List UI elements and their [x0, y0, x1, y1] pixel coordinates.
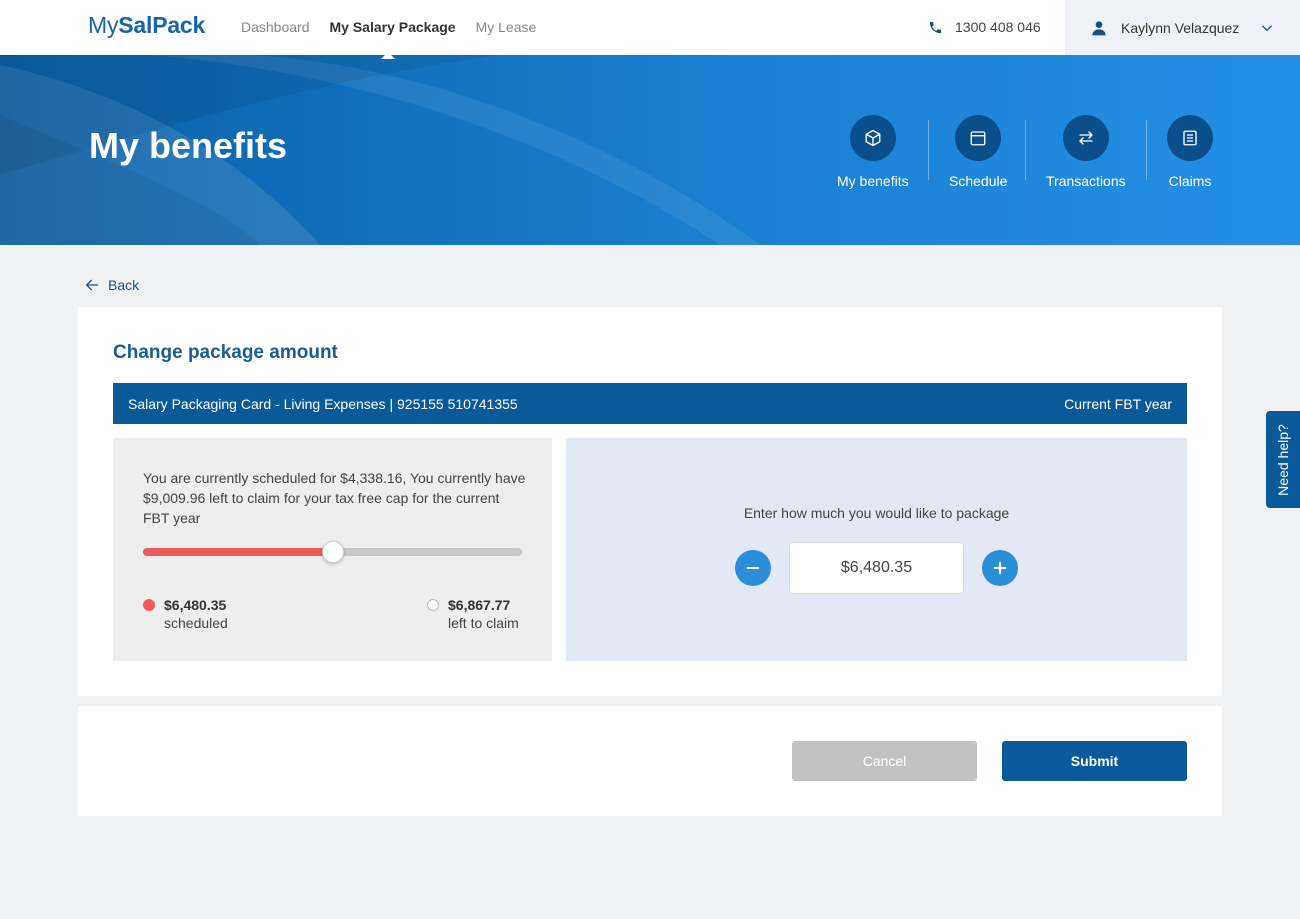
arrow-left-icon	[86, 279, 98, 291]
slider-handle[interactable]	[321, 541, 344, 563]
nav-link-my-salary-package[interactable]: My Salary Package	[330, 19, 456, 35]
phone-number: 1300 408 046	[955, 19, 1041, 35]
main-nav: Dashboard My Salary Package My Lease	[241, 19, 536, 35]
increase-button[interactable]	[982, 550, 1018, 586]
nav-link-my-lease[interactable]: My Lease	[476, 19, 537, 35]
quick-link-schedule[interactable]: Schedule	[949, 115, 1007, 189]
quick-link-label: Schedule	[949, 173, 1008, 189]
change-package-card: Change package amount Salary Packaging C…	[78, 307, 1222, 696]
user-name: Kaylynn Velazquez	[1121, 19, 1240, 36]
back-link[interactable]: Back	[84, 277, 139, 293]
amount-slider[interactable]	[143, 541, 522, 563]
account-name: Salary Packaging Card - Living Expenses …	[128, 395, 518, 412]
active-nav-indicator	[381, 52, 395, 59]
back-label: Back	[108, 277, 140, 293]
decrease-button[interactable]	[735, 550, 771, 586]
legend-left-to-claim: $6,867.77 left to claim	[427, 596, 519, 632]
left-to-claim-value: $6,867.77	[448, 597, 511, 613]
slider-fill	[143, 548, 333, 556]
box-icon	[865, 129, 881, 147]
quick-link-claims[interactable]: Claims	[1167, 115, 1213, 189]
need-help-tab[interactable]: Need help?	[1266, 411, 1300, 508]
calendar-icon	[970, 131, 986, 146]
page-banner: My benefits My benefits Schedule Transac…	[0, 55, 1300, 245]
action-card: Cancel Submit	[78, 706, 1222, 816]
left-to-claim-label: left to claim	[448, 615, 519, 631]
quick-link-transactions[interactable]: Transactions	[1046, 115, 1126, 189]
user-menu[interactable]: Kaylynn Velazquez	[1065, 0, 1300, 55]
nav-link-dashboard[interactable]: Dashboard	[241, 19, 310, 35]
plus-icon	[993, 561, 1007, 575]
scheduled-value: $6,480.35	[164, 597, 227, 613]
minus-icon	[746, 567, 760, 569]
account-bar: Salary Packaging Card - Living Expenses …	[113, 383, 1187, 424]
quick-link-label: My benefits	[837, 173, 909, 189]
schedule-panel: You are currently scheduled for $4,338.1…	[113, 438, 552, 661]
quick-link-my-benefits[interactable]: My benefits	[837, 115, 909, 189]
scheduled-dot	[143, 599, 155, 611]
left-to-claim-dot	[427, 599, 439, 611]
quick-link-label: Claims	[1168, 173, 1212, 189]
cancel-button[interactable]: Cancel	[792, 741, 977, 781]
amount-input[interactable]	[789, 542, 964, 594]
divider	[1025, 120, 1026, 180]
user-icon	[1092, 20, 1106, 35]
transfer-icon	[1079, 131, 1093, 145]
phone-contact[interactable]: 1300 408 046	[928, 19, 1041, 35]
fbt-period: Current FBT year	[1064, 395, 1172, 412]
divider	[928, 120, 929, 180]
legend-scheduled: $6,480.35 scheduled	[143, 596, 228, 632]
amount-entry-panel: Enter how much you would like to package	[566, 438, 1187, 661]
chevron-down-icon[interactable]	[1260, 21, 1274, 35]
schedule-description: You are currently scheduled for $4,338.1…	[143, 470, 526, 526]
divider	[1146, 120, 1147, 180]
logo[interactable]: MySalPack	[88, 12, 205, 39]
card-title: Change package amount	[113, 342, 338, 363]
submit-button[interactable]: Submit	[1002, 741, 1187, 781]
scheduled-label: scheduled	[164, 615, 228, 631]
receipt-icon	[1183, 130, 1197, 146]
page-title: My benefits	[89, 125, 288, 166]
phone-icon	[929, 21, 942, 33]
quick-link-label: Transactions	[1046, 173, 1126, 189]
amount-entry-label: Enter how much you would like to package	[743, 505, 1010, 521]
top-nav: MySalPack Dashboard My Salary Package My…	[0, 0, 1300, 55]
need-help-label: Need help?	[1275, 423, 1291, 496]
